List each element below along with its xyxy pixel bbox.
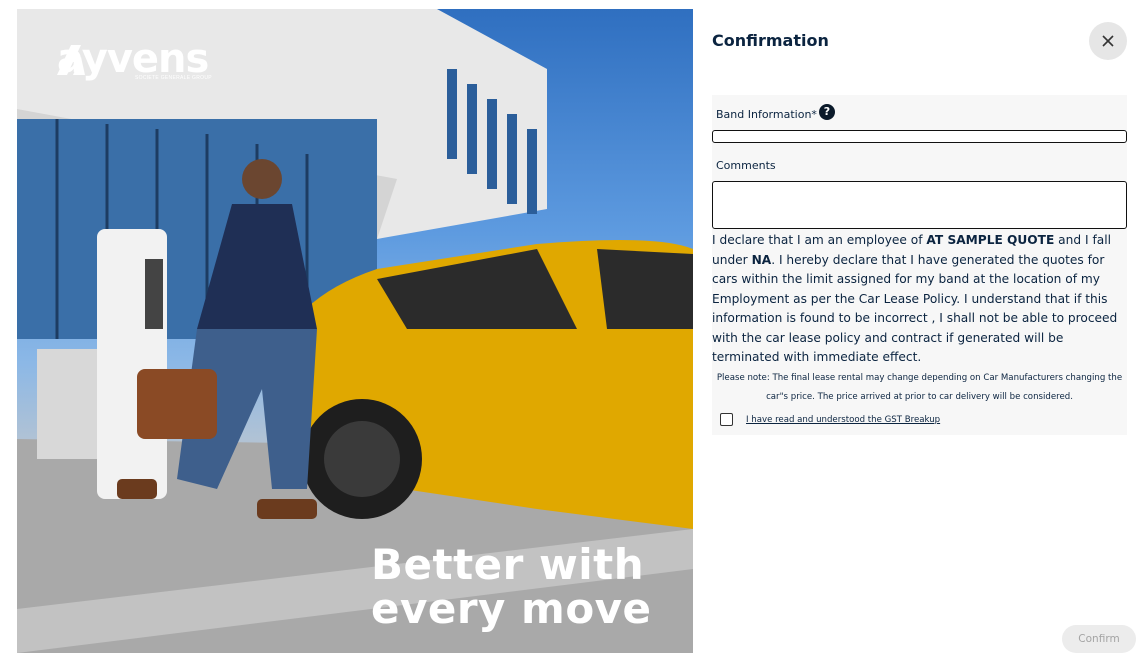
hero-tagline: Better with every move <box>371 543 652 631</box>
declaration-part-1: I declare that I am an employee of <box>712 233 927 247</box>
tagline-line-2: every move <box>371 584 652 633</box>
gst-breakup-link[interactable]: I have read and understood the GST Break… <box>746 415 940 425</box>
confirmation-panel: Confirmation Band Information* ? Comment… <box>693 9 1144 653</box>
tagline-line-1: Better with <box>371 540 645 589</box>
gst-checkbox-row: I have read and understood the GST Break… <box>720 413 940 426</box>
price-note: Please note: The final lease rental may … <box>716 373 1123 402</box>
declaration-text: I declare that I am an employee of AT SA… <box>712 231 1127 368</box>
comments-field[interactable] <box>712 181 1127 229</box>
close-icon <box>1102 35 1114 47</box>
help-icon[interactable]: ? <box>818 103 835 120</box>
ayvens-logo-icon <box>57 45 85 75</box>
hero-image: ayvens SOCIETE GENERALE GROUP Better wit… <box>17 9 693 653</box>
band-information-field[interactable] <box>712 130 1127 143</box>
brand-subtitle: SOCIETE GENERALE GROUP <box>135 75 212 81</box>
close-button[interactable] <box>1089 22 1127 60</box>
declaration-part-3: . I hereby declare that I have generated… <box>712 252 1118 365</box>
confirm-button[interactable]: Confirm <box>1062 625 1136 653</box>
comments-label: Comments <box>716 159 776 172</box>
confirmation-form: Band Information* ? Comments I declare t… <box>712 95 1127 435</box>
brand-logo: ayvens <box>57 39 209 79</box>
band-information-label-row: Band Information* ? <box>716 103 835 121</box>
declaration-band: NA <box>751 252 772 267</box>
band-information-label: Band Information* <box>716 108 817 121</box>
declaration-company: AT SAMPLE QUOTE <box>926 233 1055 247</box>
gst-checkbox[interactable] <box>720 413 733 426</box>
dialog-title: Confirmation <box>712 31 829 50</box>
